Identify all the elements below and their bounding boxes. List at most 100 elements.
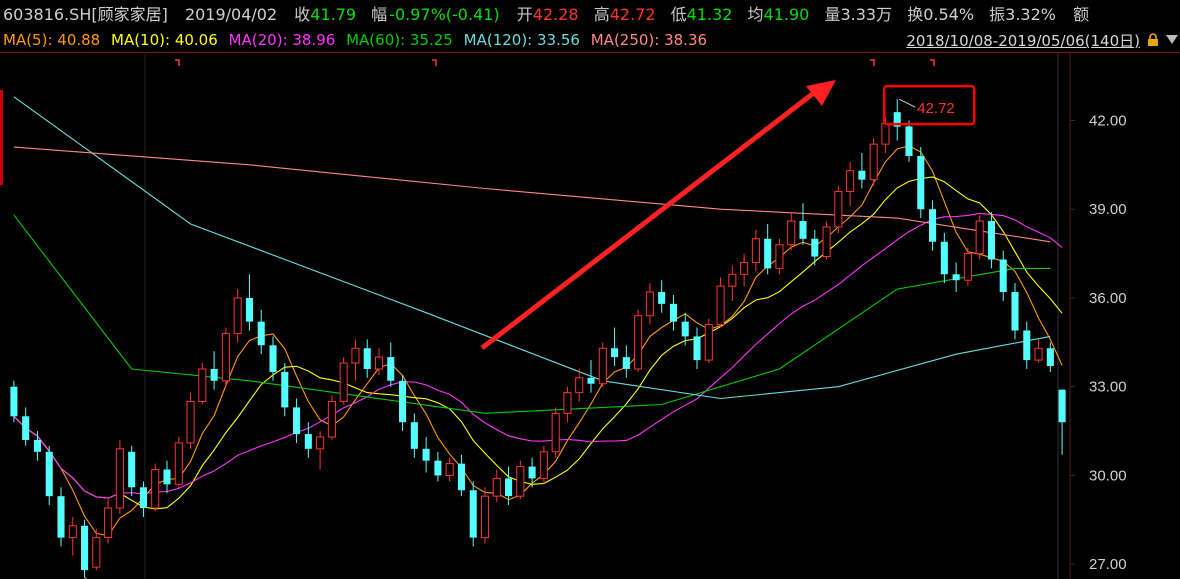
candle-body: [139, 487, 147, 508]
ma120-label: MA(120): 33.56: [463, 31, 580, 49]
low-label: 低: [670, 5, 687, 24]
triangle-down-icon[interactable]: [1166, 35, 1178, 45]
candle: [834, 185, 843, 233]
candle-body: [445, 463, 454, 476]
candle-body: [598, 347, 607, 385]
candle-body: [128, 451, 136, 488]
candle: [174, 437, 183, 488]
candle-body: [351, 347, 360, 364]
candle-body: [1046, 348, 1054, 366]
candle: [316, 431, 325, 470]
candle: [551, 407, 560, 458]
candle: [975, 215, 984, 260]
candle-body: [115, 448, 124, 509]
candle-body: [151, 469, 160, 509]
candle-body: [881, 122, 890, 145]
candle-body: [505, 478, 513, 497]
candle: [1046, 342, 1054, 372]
candle: [669, 295, 677, 331]
quote-header: 603816.SH[顾家家居] 2019/04/02 收41.79 幅 -0.97…: [0, 0, 1180, 30]
change-label: 幅: [371, 5, 388, 24]
candle-body: [764, 238, 772, 269]
candle-body: [693, 336, 701, 361]
candle-body: [516, 466, 525, 497]
candle: [822, 221, 831, 260]
candle: [893, 99, 901, 141]
candle-body: [339, 362, 348, 402]
candle-body: [81, 525, 89, 571]
candle: [57, 487, 65, 547]
candle-body: [645, 291, 654, 317]
candle-body: [92, 537, 101, 568]
candle-body: [963, 253, 972, 281]
max-leader-line: [898, 98, 916, 108]
candle: [846, 161, 855, 207]
close-value: 41.79: [310, 5, 357, 24]
candle-body: [469, 490, 477, 538]
left-marker: [0, 90, 3, 185]
date-range-link[interactable]: 2018/10/08-2019/05/06(140日): [906, 30, 1140, 52]
ma250-label: MA(250): 38.36: [590, 31, 708, 49]
candle-body: [1058, 389, 1066, 423]
candle-body: [975, 220, 984, 255]
candle: [45, 445, 53, 506]
candle: [1011, 283, 1019, 340]
candle-body: [363, 348, 371, 369]
avg-label: 均: [747, 5, 764, 24]
candle: [704, 318, 713, 364]
candle: [128, 445, 136, 497]
candle: [10, 380, 18, 423]
candle-body: [22, 416, 30, 440]
lock-icon[interactable]: [1146, 33, 1160, 47]
candle-body: [704, 324, 713, 361]
ma120-line: [13, 96, 1051, 400]
candle: [115, 439, 124, 514]
candle-body: [186, 401, 195, 444]
candle: [575, 368, 584, 402]
close-label: 收: [294, 5, 311, 24]
quote-date: 2019/04/02: [184, 5, 278, 24]
candle: [210, 351, 218, 390]
low-value: 41.32: [686, 5, 733, 24]
y-tick-label: 33.00: [1089, 379, 1127, 396]
candle: [387, 342, 395, 387]
candle: [869, 138, 878, 186]
candle: [245, 274, 253, 331]
candle-body: [822, 226, 831, 258]
candle: [1023, 321, 1031, 369]
candle-body: [1011, 292, 1019, 331]
avg-value: 41.90: [763, 5, 810, 24]
y-tick-label: 42.00: [1089, 112, 1127, 129]
candle-body: [480, 495, 490, 539]
candle-body: [716, 285, 725, 326]
candle-body: [539, 451, 548, 479]
candle: [905, 120, 913, 162]
candle: [480, 487, 490, 544]
candle-body: [492, 477, 501, 497]
candle: [929, 200, 937, 251]
candle-body: [163, 469, 171, 485]
volume-label: 量: [824, 5, 841, 24]
candle-body: [681, 321, 689, 337]
ma10-line: [13, 176, 1063, 510]
candle: [611, 327, 619, 366]
candle-body: [917, 155, 925, 210]
candle: [693, 327, 701, 369]
candle: [92, 528, 101, 571]
candle-body: [257, 321, 265, 346]
candle-body: [940, 241, 948, 275]
candle: [469, 481, 477, 547]
candle-body: [457, 463, 465, 491]
candle: [775, 238, 784, 275]
ma60-line: [13, 214, 1051, 414]
candle: [186, 392, 195, 449]
candle: [422, 437, 430, 473]
candle-body: [634, 315, 643, 370]
candle-body: [57, 496, 65, 538]
candle: [221, 327, 230, 387]
candle-body: [245, 297, 253, 322]
candle: [445, 457, 454, 482]
period-marker: [870, 59, 875, 66]
candle-body: [905, 126, 913, 156]
ma10-label: MA(10): 40.06: [111, 31, 218, 49]
